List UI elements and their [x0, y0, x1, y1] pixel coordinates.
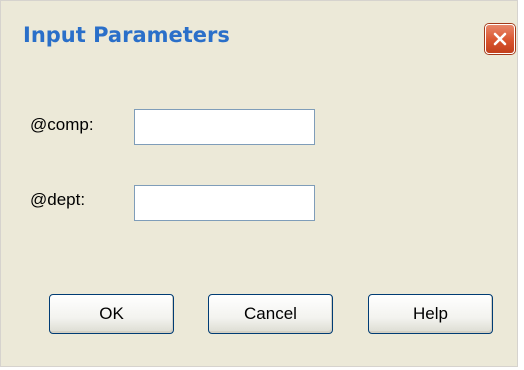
- comp-input[interactable]: [134, 109, 315, 145]
- dept-label: @dept:: [30, 190, 86, 209]
- title-bar[interactable]: Input Parameters: [1, 1, 517, 67]
- dialog-title: Input Parameters: [23, 23, 230, 47]
- input-parameters-dialog: Input Parameters @comp: @dept: OK Cancel…: [0, 0, 518, 367]
- help-button[interactable]: Help: [368, 294, 493, 334]
- dept-input[interactable]: [134, 185, 315, 221]
- cancel-button[interactable]: Cancel: [208, 294, 333, 334]
- comp-label: @comp:: [30, 115, 94, 134]
- close-button[interactable]: [485, 24, 515, 54]
- ok-button[interactable]: OK: [49, 294, 174, 334]
